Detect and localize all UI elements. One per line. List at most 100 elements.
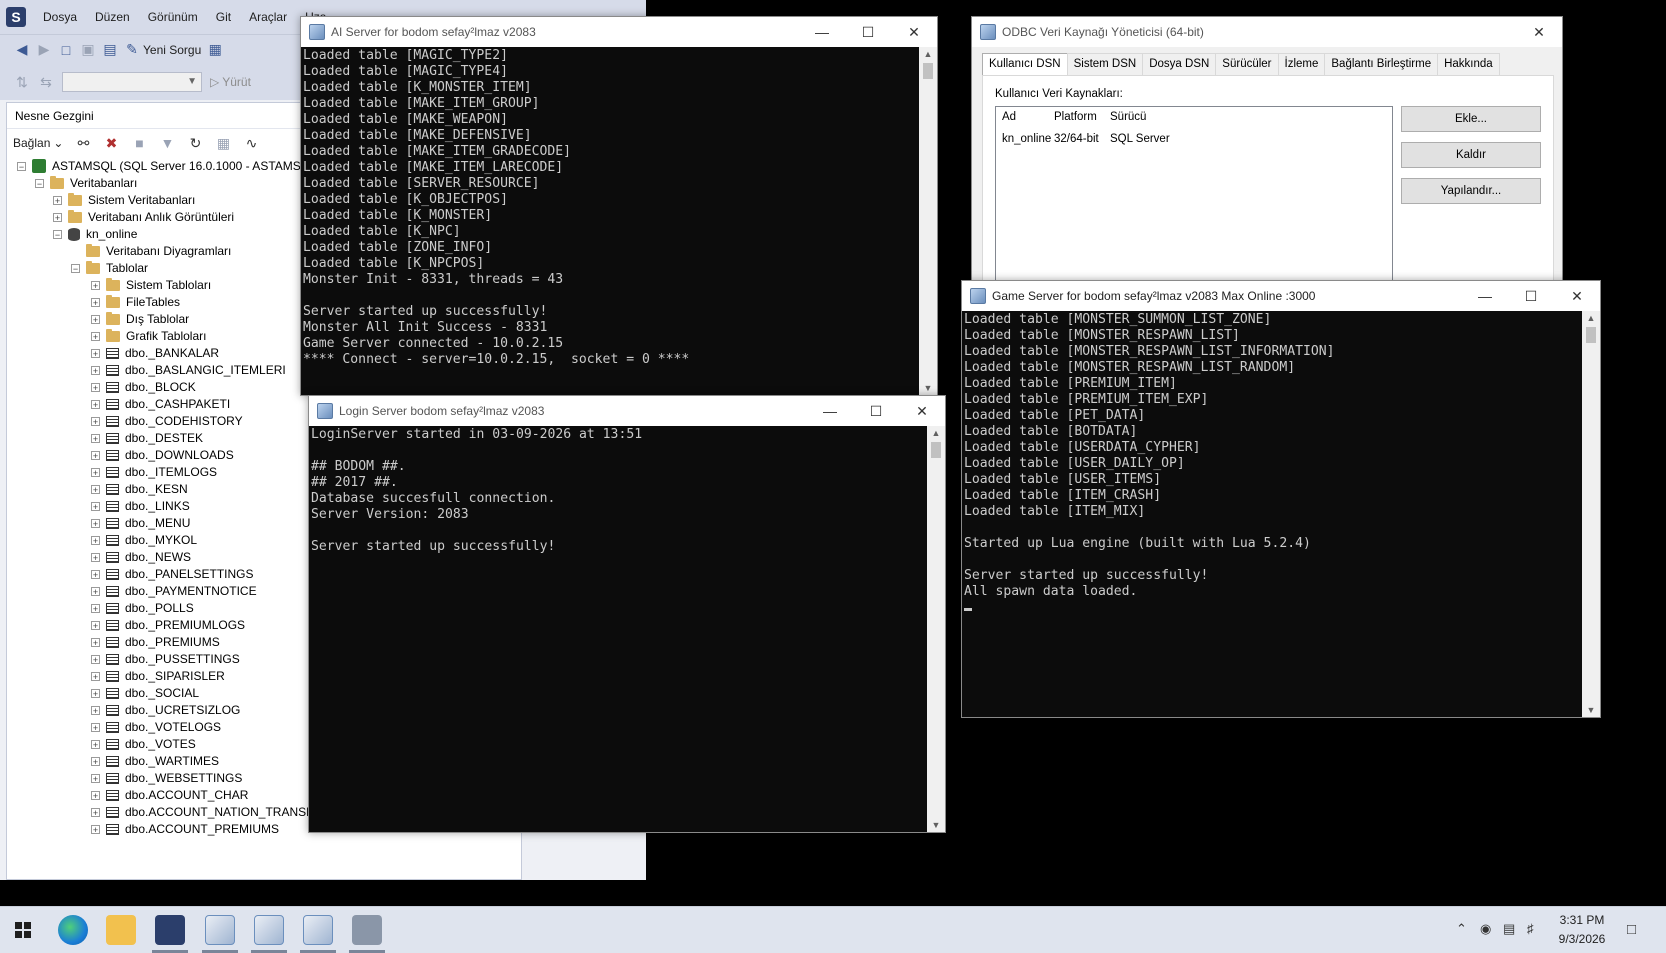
configure-button[interactable]: Yapılandır... — [1401, 178, 1541, 204]
tree-node-table[interactable]: + dbo._ITEMLOGS — [91, 463, 217, 481]
tree-node-table[interactable]: + dbo._PREMIUMLOGS — [91, 616, 245, 634]
ai-server-scrollbar[interactable]: ▲ ▼ — [919, 47, 937, 395]
expand-icon[interactable]: + — [91, 739, 100, 749]
tree-node-table[interactable]: + dbo._LINKS — [91, 497, 190, 515]
expand-icon[interactable]: + — [91, 348, 100, 358]
file-explorer-icon[interactable] — [106, 915, 136, 945]
scroll-up-icon[interactable]: ▲ — [927, 428, 945, 438]
activity-monitor-icon[interactable]: ∿ — [243, 135, 259, 152]
close-icon[interactable]: ✕ — [891, 17, 937, 47]
expand-icon[interactable]: + — [91, 433, 100, 443]
connect-dropdown[interactable]: Bağlan ⌄ — [13, 136, 63, 150]
column-header-name[interactable]: Ad — [1002, 111, 1016, 123]
chevron-up-icon[interactable]: ⌃ — [1456, 921, 1467, 937]
tree-node-table-folder[interactable]: + Dış Tablolar — [91, 310, 189, 328]
game-server-scrollbar[interactable]: ▲ ▼ — [1582, 311, 1600, 717]
expand-icon[interactable]: + — [91, 722, 100, 732]
expand-icon[interactable]: + — [91, 688, 100, 698]
collapse-icon[interactable]: − — [17, 161, 26, 171]
menu-view[interactable]: Görünüm — [139, 10, 207, 24]
menu-edit[interactable]: Düzen — [86, 10, 139, 24]
tab-about[interactable]: Hakkında — [1437, 53, 1500, 75]
tree-node-table[interactable]: + dbo._NEWS — [91, 548, 191, 566]
tree-node-databases[interactable]: − Veritabanları — [35, 174, 137, 192]
expand-icon[interactable]: + — [91, 671, 100, 681]
game-server-taskbar-icon[interactable] — [303, 915, 333, 945]
ssms-taskbar-icon[interactable] — [155, 915, 185, 945]
tree-node-table[interactable]: + dbo._PUSSETTINGS — [91, 650, 240, 668]
tab-tracing[interactable]: İzleme — [1277, 53, 1326, 75]
expand-icon[interactable]: + — [91, 603, 100, 613]
tree-node-table[interactable]: + dbo._SIPARISLER — [91, 667, 225, 685]
expand-icon[interactable]: + — [91, 586, 100, 596]
menu-file[interactable]: Dosya — [34, 10, 86, 24]
expand-icon[interactable]: + — [91, 654, 100, 664]
row-platform[interactable]: 32/64-bit — [1054, 133, 1099, 145]
expand-icon[interactable]: + — [91, 824, 100, 834]
expand-icon[interactable]: + — [91, 637, 100, 647]
scroll-thumb[interactable] — [931, 442, 941, 458]
tree-node-table[interactable]: + dbo._BANKALAR — [91, 344, 219, 362]
tree-node-tables[interactable]: − Tablolar — [71, 259, 148, 277]
maximize-icon[interactable]: ☐ — [845, 17, 891, 47]
tab-user-dsn[interactable]: Kullanıcı DSN — [982, 53, 1068, 76]
tree-node-table[interactable]: + dbo._WEBSETTINGS — [91, 769, 242, 787]
expand-icon[interactable]: + — [53, 195, 62, 205]
expand-icon[interactable]: + — [91, 280, 100, 290]
ai-server-console[interactable]: Loaded table [MAGIC_TYPE2] Loaded table [… — [301, 47, 919, 395]
change-connection-icon[interactable]: ⇆ — [38, 74, 54, 91]
expand-icon[interactable]: + — [91, 756, 100, 766]
tree-node-table[interactable]: + dbo._VOTES — [91, 735, 196, 753]
expand-icon[interactable]: + — [91, 450, 100, 460]
forward-icon[interactable]: ▶ — [36, 41, 52, 58]
tree-node-table[interactable]: + dbo._DOWNLOADS — [91, 446, 234, 464]
clock-time[interactable]: 3:31 PM — [1552, 913, 1612, 927]
refresh-icon[interactable]: ↻ — [187, 135, 203, 152]
tree-node-table[interactable]: + dbo._PREMIUMS — [91, 633, 220, 651]
menu-go[interactable]: Git — [207, 10, 240, 24]
close-icon[interactable]: ✕ — [1554, 281, 1600, 311]
login-server-titlebar[interactable]: Login Server bodom sefay²lmaz v2083 — ☐ … — [309, 396, 945, 426]
scroll-down-icon[interactable]: ▼ — [919, 383, 937, 393]
tree-node-table[interactable]: + dbo._MYKOL — [91, 531, 197, 549]
expand-icon[interactable]: + — [91, 807, 100, 817]
tree-node-table[interactable]: + dbo._CODEHISTORY — [91, 412, 243, 430]
tree-node-table[interactable]: + dbo._WARTIMES — [91, 752, 219, 770]
tree-node-table[interactable]: + dbo._VOTELOGS — [91, 718, 221, 736]
collapse-icon[interactable]: − — [71, 263, 80, 273]
tab-connection-pooling[interactable]: Bağlantı Birleştirme — [1324, 53, 1439, 75]
tree-node-table[interactable]: + dbo._POLLS — [91, 599, 194, 617]
execute-button[interactable]: ▷ Yürüt — [210, 75, 251, 89]
minimize-icon[interactable]: — — [1462, 281, 1508, 311]
notification-icon[interactable]: □ — [1627, 921, 1636, 938]
login-server-taskbar-icon[interactable] — [205, 915, 235, 945]
scroll-up-icon[interactable]: ▲ — [1582, 313, 1600, 323]
scroll-thumb[interactable] — [1586, 327, 1596, 343]
tree-node-table[interactable]: + dbo._CASHPAKETI — [91, 395, 230, 413]
expand-icon[interactable]: + — [91, 484, 100, 494]
maximize-icon[interactable]: ☐ — [1508, 281, 1554, 311]
scroll-thumb[interactable] — [923, 63, 933, 79]
save-icon[interactable]: ▣ — [80, 41, 96, 58]
remove-button[interactable]: Kaldır — [1401, 142, 1541, 168]
data-source-list[interactable]: Ad Platform Sürücü kn_online 32/64-bit S… — [995, 106, 1393, 291]
tab-system-dsn[interactable]: Sistem DSN — [1066, 53, 1144, 75]
tree-node-table[interactable]: + dbo._UCRETSIZLOG — [91, 701, 240, 719]
ai-server-taskbar-icon[interactable] — [254, 915, 284, 945]
scroll-up-icon[interactable]: ▲ — [919, 49, 937, 59]
column-header-platform[interactable]: Platform — [1054, 111, 1097, 123]
scroll-down-icon[interactable]: ▼ — [1582, 705, 1600, 715]
game-server-titlebar[interactable]: Game Server for bodom sefay²lmaz v2083 M… — [962, 281, 1600, 311]
expand-icon[interactable]: + — [91, 501, 100, 511]
close-icon[interactable]: ✕ — [899, 396, 945, 426]
expand-icon[interactable]: + — [91, 705, 100, 715]
collapse-icon[interactable]: − — [53, 229, 62, 239]
tree-node-table[interactable]: + dbo._PAYMENTNOTICE — [91, 582, 257, 600]
new-project-icon[interactable]: □ — [58, 42, 74, 58]
back-icon[interactable]: ◀ — [14, 41, 30, 58]
tab-drivers[interactable]: Sürücüler — [1215, 53, 1279, 75]
expand-icon[interactable]: + — [91, 467, 100, 477]
expand-icon[interactable]: + — [91, 365, 100, 375]
expand-icon[interactable]: + — [91, 773, 100, 783]
expand-icon[interactable]: + — [91, 535, 100, 545]
